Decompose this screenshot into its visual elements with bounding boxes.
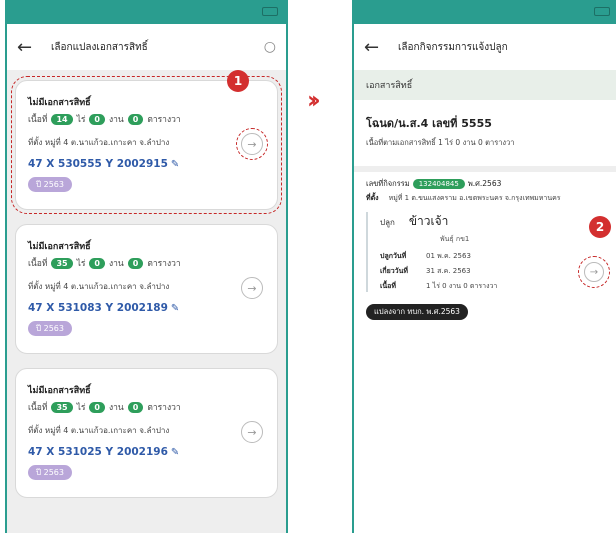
plant-date-key: ปลูกวันที่ bbox=[380, 252, 407, 260]
divider bbox=[354, 166, 616, 172]
arrow-right-icon[interactable]: → bbox=[241, 421, 263, 443]
harvest-date-value: 31 ส.ค. 2563 bbox=[426, 267, 471, 275]
area-row: เนื้อที่ 1 ไร่ 0 งาน 0 ตารางวา bbox=[380, 281, 606, 292]
crop-row: ปลูก ข้าวเจ้า bbox=[380, 212, 606, 231]
page-title: เลือกแปลงเอกสารสิทธิ์ bbox=[51, 41, 148, 53]
rai-unit: ไร่ bbox=[76, 259, 86, 269]
card-area: เนื้อที่ 14 ไร่ 0 งาน 0 ตารางวา bbox=[28, 112, 265, 126]
section-header: เอกสารสิทธิ์ bbox=[354, 70, 616, 100]
back-arrow-icon[interactable]: ← bbox=[364, 37, 388, 58]
document-area: เนื้อที่ตามเอกสารสิทธิ์ 1 ไร่ 0 งาน 0 ตา… bbox=[366, 138, 515, 147]
rai-badge: 35 bbox=[51, 401, 73, 413]
battery-icon bbox=[262, 7, 278, 16]
wa-badge: 0 bbox=[127, 401, 144, 413]
step-marker-2: 2 bbox=[589, 216, 611, 238]
right-phone-screen: ← เลือกกิจกรรมการแจ้งปลูก เอกสารสิทธิ์ โ… bbox=[352, 0, 616, 533]
card-area: เนื้อที่ 35 ไร่ 0 งาน 0 ตารางวา bbox=[28, 256, 265, 270]
plot-card[interactable]: ไม่มีเอกสารสิทธิ์ เนื้อที่ 35 ไร่ 0 งาน … bbox=[15, 224, 278, 354]
card-coordinates[interactable]: 47 X 531083 Y 2002189 ✎ bbox=[28, 302, 265, 314]
ngan-badge: 0 bbox=[89, 257, 105, 269]
step-marker-1: 1 bbox=[227, 70, 249, 92]
card-location: ที่ตั้ง หมู่ที่ 4 ต.นาแก้วอ.เกาะคา จ.ลำป… bbox=[28, 138, 170, 147]
activity-card[interactable]: เลขที่กิจกรรม 132404845 พ.ศ.2563 ที่ตั้ง… bbox=[354, 178, 616, 320]
wa-badge: 0 bbox=[127, 113, 144, 125]
ngan-unit: งาน bbox=[109, 259, 124, 269]
app-bar: ← เลือกแปลงเอกสารสิทธิ์ ○ bbox=[7, 24, 286, 70]
wa-unit: ตารางวา bbox=[147, 403, 181, 413]
document-title: โฉนด/น.ส.4 เลขที่ 5555 bbox=[366, 117, 492, 130]
back-arrow-icon[interactable]: ← bbox=[17, 37, 41, 58]
rai-badge: 35 bbox=[51, 257, 73, 269]
activity-label: เลขที่กิจกรรม bbox=[366, 179, 410, 188]
activity-location: ที่ตั้ง หมู่ที่ 1 ต.ขนแสงคราม อ.เขตพระนคร… bbox=[366, 193, 606, 204]
double-chevron-right-icon: ›› bbox=[307, 86, 321, 114]
coordinate-text: 47 X 531083 Y 2002189 bbox=[28, 302, 168, 314]
source-tag: แปลงจาก ทบก. พ.ศ.2563 bbox=[366, 304, 468, 320]
status-bar bbox=[7, 0, 286, 24]
pencil-icon[interactable]: ✎ bbox=[171, 303, 179, 314]
card-heading: ไม่มีเอกสารสิทธิ์ bbox=[28, 98, 91, 108]
highlight-circle bbox=[236, 128, 268, 160]
coordinate-text: 47 X 530555 Y 2002915 bbox=[28, 158, 168, 170]
location-key: ที่ตั้ง bbox=[366, 194, 379, 202]
year-badge: ปี 2563 bbox=[28, 177, 72, 192]
ngan-unit: งาน bbox=[109, 403, 124, 413]
plot-list: ไม่มีเอกสารสิทธิ์ เนื้อที่ 14 ไร่ 0 งาน … bbox=[7, 70, 286, 533]
wa-unit: ตารางวา bbox=[147, 115, 181, 125]
card-coordinates[interactable]: 47 X 530555 Y 2002915 ✎ bbox=[28, 158, 265, 170]
search-icon[interactable]: ○ bbox=[264, 39, 276, 55]
crop-value: ข้าวเจ้า bbox=[408, 214, 449, 228]
coordinate-text: 47 X 531025 Y 2002196 bbox=[28, 446, 168, 458]
ngan-badge: 0 bbox=[89, 113, 105, 125]
document-info: โฉนด/น.ส.4 เลขที่ 5555 เนื้อที่ตามเอกสาร… bbox=[354, 100, 616, 149]
pencil-icon[interactable]: ✎ bbox=[171, 447, 179, 458]
highlight-circle bbox=[578, 256, 610, 288]
activity-number-row: เลขที่กิจกรรม 132404845 พ.ศ.2563 bbox=[366, 178, 606, 190]
battery-icon bbox=[594, 7, 610, 16]
plant-date-row: ปลูกวันที่ 01 พ.ค. 2563 bbox=[380, 251, 606, 262]
card-heading: ไม่มีเอกสารสิทธิ์ bbox=[28, 386, 91, 396]
card-area: เนื้อที่ 35 ไร่ 0 งาน 0 ตารางวา bbox=[28, 400, 265, 414]
arrow-right-icon[interactable]: → bbox=[241, 277, 263, 299]
year-badge: ปี 2563 bbox=[28, 321, 72, 336]
card-heading: ไม่มีเอกสารสิทธิ์ bbox=[28, 242, 91, 252]
card-coordinates[interactable]: 47 X 531025 Y 2002196 ✎ bbox=[28, 446, 265, 458]
activity-id-badge: 132404845 bbox=[412, 179, 465, 189]
area-label: เนื้อที่ bbox=[28, 403, 48, 413]
app-bar: ← เลือกกิจกรรมการแจ้งปลูก bbox=[354, 24, 616, 70]
wa-unit: ตารางวา bbox=[147, 259, 181, 269]
area-value: 1 ไร่ 0 งาน 0 ตารางวา bbox=[426, 282, 498, 290]
variety: พันธุ์ กข1 bbox=[440, 235, 470, 243]
crop-detail: ปลูก ข้าวเจ้า พันธุ์ กข1 ปลูกวันที่ 01 พ.… bbox=[366, 212, 606, 292]
crop-key: ปลูก bbox=[380, 218, 395, 227]
rai-unit: ไร่ bbox=[76, 403, 86, 413]
page-title: เลือกกิจกรรมการแจ้งปลูก bbox=[398, 41, 508, 53]
ngan-badge: 0 bbox=[89, 401, 105, 413]
card-location: ที่ตั้ง หมู่ที่ 4 ต.นาแก้วอ.เกาะคา จ.ลำป… bbox=[28, 426, 170, 435]
wa-badge: 0 bbox=[127, 257, 144, 269]
harvest-date-row: เกี่ยววันที่ 31 ส.ค. 2563 bbox=[380, 266, 606, 277]
area-key: เนื้อที่ bbox=[380, 282, 396, 290]
status-bar bbox=[354, 0, 616, 24]
area-label: เนื้อที่ bbox=[28, 115, 48, 125]
plant-date-value: 01 พ.ค. 2563 bbox=[426, 252, 471, 260]
location-value: หมู่ที่ 1 ต.ขนแสงคราม อ.เขตพระนคร จ.กรุง… bbox=[388, 194, 561, 202]
area-label: เนื้อที่ bbox=[28, 259, 48, 269]
plot-card[interactable]: ไม่มีเอกสารสิทธิ์ เนื้อที่ 35 ไร่ 0 งาน … bbox=[15, 368, 278, 498]
plot-card[interactable]: ไม่มีเอกสารสิทธิ์ เนื้อที่ 14 ไร่ 0 งาน … bbox=[11, 76, 282, 214]
harvest-date-key: เกี่ยววันที่ bbox=[380, 267, 408, 275]
rai-badge: 14 bbox=[51, 113, 73, 125]
rai-unit: ไร่ bbox=[76, 115, 86, 125]
pencil-icon[interactable]: ✎ bbox=[171, 159, 179, 170]
year-badge: ปี 2563 bbox=[28, 465, 72, 480]
ngan-unit: งาน bbox=[109, 115, 124, 125]
card-location: ที่ตั้ง หมู่ที่ 4 ต.นาแก้วอ.เกาะคา จ.ลำป… bbox=[28, 282, 170, 291]
activity-year: พ.ศ.2563 bbox=[467, 179, 502, 188]
